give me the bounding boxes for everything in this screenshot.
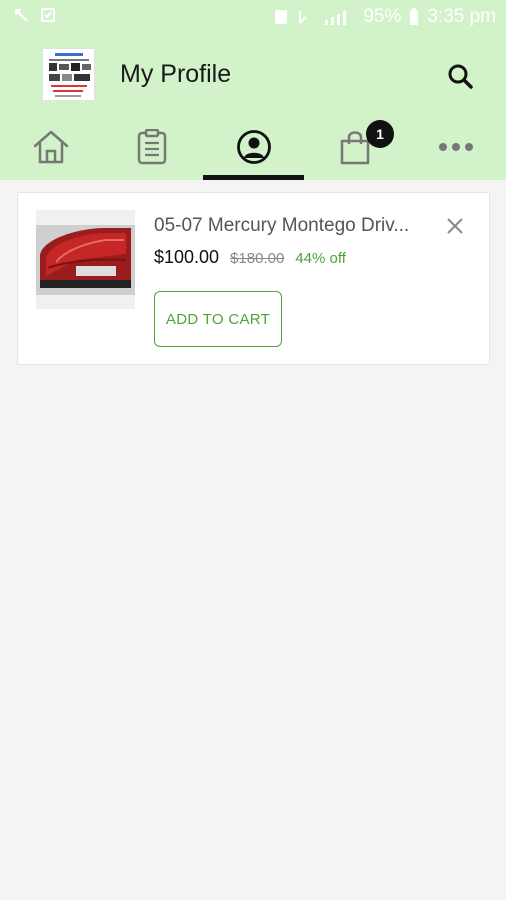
store-logo[interactable] [42,48,95,101]
current-price: $100.00 [154,247,220,267]
notification-icon [41,8,55,22]
status-bar-left [14,7,56,23]
user-circle-icon [236,130,271,164]
home-icon [33,130,68,164]
tab-more[interactable] [405,114,506,180]
page-title: My Profile [120,60,232,88]
battery-percent: 95% [363,6,402,27]
tab-orders[interactable] [101,114,202,180]
close-icon [447,218,463,234]
cart-count-badge: 1 [366,120,394,148]
status-bar-right: 95% 3:35 pm [273,6,496,28]
tab-home[interactable] [0,114,101,180]
status-bar: 95% 3:35 pm [0,0,506,36]
more-dots-icon [438,143,473,151]
original-price: $180.00 [230,250,285,267]
clock-time: 3:35 pm [427,6,496,27]
search-icon [448,64,473,89]
discount-label: 44% off [295,250,346,267]
signal-icon [325,11,347,25]
remove-item-button[interactable] [444,215,466,237]
search-button[interactable] [444,60,476,92]
tail-light-product-image[interactable] [36,210,135,309]
clipboard-icon [137,129,166,165]
active-tab-indicator [203,175,304,180]
app-header: My Profile [0,36,506,114]
add-to-cart-button[interactable]: ADD TO CART [154,291,282,347]
missed-call-icon [15,9,28,22]
tab-profile[interactable] [203,114,304,180]
product-name[interactable]: 05-07 Mercury Montego Driv... [154,215,434,237]
battery-icon [410,8,419,25]
wifi-icon [299,11,308,24]
tab-bar [0,114,506,180]
sim-icon [275,10,288,24]
price-row: $100.00 $180.00 44% off [154,247,346,268]
wishlist-item-card: 05-07 Mercury Montego Driv... $100.00 $1… [17,192,490,365]
